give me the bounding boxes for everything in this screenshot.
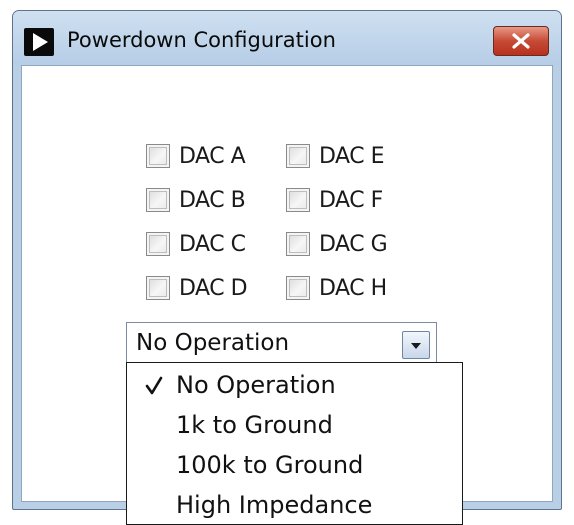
- close-button[interactable]: [493, 26, 549, 56]
- checkbox-label: DAC E: [319, 143, 384, 169]
- checkbox-label: DAC B: [179, 187, 246, 213]
- checkbox-box[interactable]: [146, 232, 170, 256]
- title-bar[interactable]: Powerdown Configuration: [13, 11, 561, 65]
- option-label: 100k to Ground: [176, 451, 364, 479]
- checkbox-dac-a[interactable]: DAC A: [146, 141, 246, 171]
- checkbox-box[interactable]: [286, 232, 310, 256]
- checkbox-dac-f[interactable]: DAC F: [286, 185, 383, 215]
- checkbox-label: DAC A: [179, 143, 246, 169]
- checkbox-label: DAC F: [319, 187, 383, 213]
- option-label: No Operation: [176, 371, 336, 399]
- play-triangle-icon: [24, 28, 54, 56]
- checkbox-dac-g[interactable]: DAC G: [286, 229, 388, 259]
- checkbox-dac-h[interactable]: DAC H: [286, 273, 387, 303]
- checkbox-box[interactable]: [286, 188, 310, 212]
- checkmark-icon: [145, 376, 163, 395]
- dropdown-toggle-button[interactable]: [402, 331, 430, 359]
- chevron-down-icon: [411, 343, 421, 349]
- powerdown-mode-options: No Operation 1k to Ground 100k to Ground…: [126, 362, 463, 525]
- option-no-operation[interactable]: No Operation: [127, 365, 462, 405]
- checkbox-label: DAC H: [319, 275, 387, 301]
- checkbox-dac-b[interactable]: DAC B: [146, 185, 246, 215]
- window-title: Powerdown Configuration: [67, 28, 336, 52]
- option-label: High Impedance: [176, 491, 373, 519]
- checkbox-dac-d[interactable]: DAC D: [146, 273, 248, 303]
- checkbox-dac-e[interactable]: DAC E: [286, 141, 384, 171]
- option-label: 1k to Ground: [176, 411, 333, 439]
- option-1k-to-ground[interactable]: 1k to Ground: [127, 405, 462, 445]
- close-icon: [512, 33, 530, 49]
- select-current-value: No Operation: [136, 330, 290, 356]
- option-high-impedance[interactable]: High Impedance: [127, 485, 462, 525]
- checkbox-label: DAC G: [319, 231, 388, 257]
- powerdown-mode-select[interactable]: No Operation: [126, 322, 437, 364]
- checkbox-label: DAC D: [179, 275, 248, 301]
- checkbox-box[interactable]: [146, 276, 170, 300]
- checkbox-label: DAC C: [179, 231, 246, 257]
- checkbox-box[interactable]: [146, 188, 170, 212]
- checkbox-box[interactable]: [286, 276, 310, 300]
- option-100k-to-ground[interactable]: 100k to Ground: [127, 445, 462, 485]
- checkbox-dac-c[interactable]: DAC C: [146, 229, 246, 259]
- checkbox-box[interactable]: [286, 144, 310, 168]
- checkbox-box[interactable]: [146, 144, 170, 168]
